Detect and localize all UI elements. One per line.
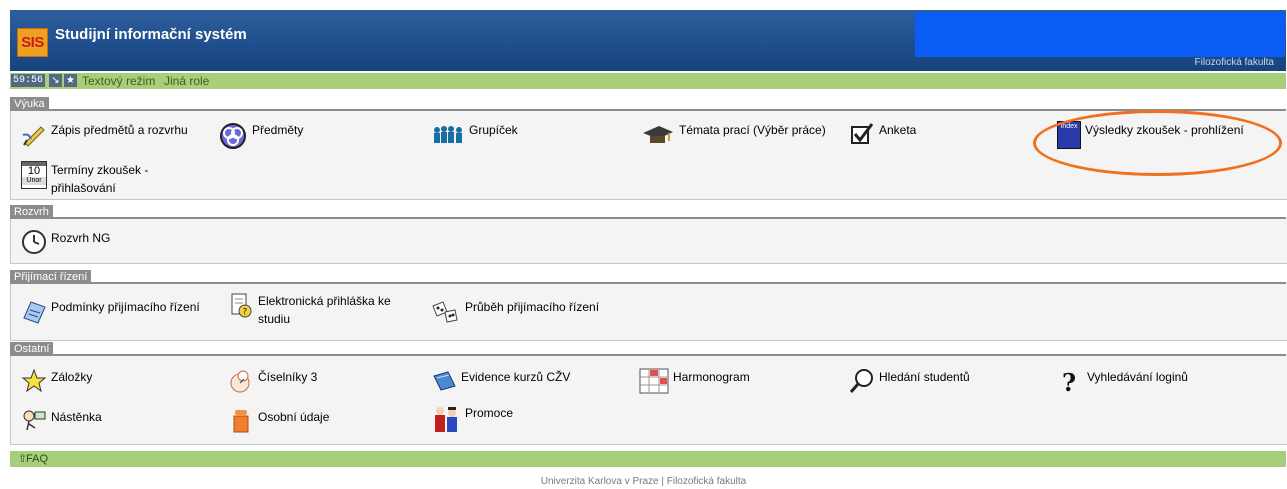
file-cabinet-icon bbox=[233, 410, 249, 433]
dice-icon bbox=[432, 301, 458, 323]
menu-item-vyhledavani-loginu[interactable]: ? Vyhledávání loginů bbox=[1057, 368, 1188, 394]
menu-item-nastenka[interactable]: Nástěnka bbox=[21, 408, 102, 434]
dial-icon bbox=[230, 370, 250, 393]
faq-link[interactable]: ⇧ FAQ bbox=[18, 452, 48, 465]
other-role-link[interactable]: Jiná role bbox=[164, 74, 209, 88]
star-bookmark-icon bbox=[21, 368, 47, 393]
section-header-vyuka: Výuka bbox=[10, 97, 1286, 111]
books-icon bbox=[433, 371, 456, 391]
clock-icon bbox=[22, 230, 46, 254]
people-group-icon bbox=[434, 126, 462, 143]
menu-item-hledani-studentu[interactable]: Hledání studentů bbox=[849, 368, 970, 394]
knot-icon bbox=[220, 123, 246, 149]
graduation-cap-icon bbox=[643, 126, 673, 143]
redacted-user-info bbox=[915, 12, 1285, 57]
section-body-ostatni: Záložky Číselníky 3 Evidence kurzů CŽV H… bbox=[10, 356, 1287, 445]
section-header-ostatni: Ostatní bbox=[10, 342, 1286, 356]
index-book-icon: Index bbox=[1057, 121, 1081, 149]
menu-item-anketa[interactable]: Anketa bbox=[849, 121, 916, 147]
svg-text:?: ? bbox=[243, 308, 248, 318]
menu-item-rozvrh-ng[interactable]: Rozvrh NG bbox=[21, 229, 110, 255]
svg-text:?: ? bbox=[1062, 368, 1076, 394]
sis-logo[interactable]: SIS bbox=[17, 28, 48, 57]
menu-item-prubeh[interactable]: Průběh přijímacího řízení bbox=[431, 298, 599, 324]
text-mode-link[interactable]: Textový režim bbox=[82, 74, 155, 88]
clipboard-icon bbox=[23, 301, 46, 324]
section-body-prijimaci: Podmínky přijímacího řízení ? Elektronic… bbox=[10, 284, 1287, 341]
menu-item-grupicek[interactable]: Grupíček bbox=[431, 121, 518, 147]
section-header-prijimaci: Přijímací řízení bbox=[10, 270, 1286, 284]
faq-bar[interactable]: ⇧ FAQ bbox=[10, 451, 1286, 467]
app-title: Studijní informační systém bbox=[55, 26, 247, 43]
menu-item-zapis[interactable]: Zápis předmětů a rozvrhu bbox=[21, 121, 188, 147]
section-header-rozvrh: Rozvrh bbox=[10, 205, 1286, 219]
menu-item-promoce[interactable]: Promoce bbox=[431, 404, 513, 434]
magnifier-icon bbox=[849, 369, 873, 393]
menu-item-predmety[interactable]: Předměty bbox=[218, 121, 303, 151]
app-header: SIS Studijní informační systém Filozofic… bbox=[10, 10, 1286, 71]
menu-item-temata-praci[interactable]: Témata prací (Výběr práce) bbox=[641, 121, 826, 147]
section-body-vyuka: Zápis předmětů a rozvrhu Předměty Grupíč… bbox=[10, 111, 1287, 200]
star-icon[interactable]: ★ bbox=[64, 74, 77, 87]
menu-item-evidence-kurzu[interactable]: Evidence kurzů CŽV bbox=[431, 368, 570, 394]
graduation-ceremony-icon bbox=[435, 407, 457, 432]
header-faculty: Filozofická fakulta bbox=[1194, 57, 1274, 68]
menu-item-ciselniky[interactable]: Číselníky 3 bbox=[228, 368, 317, 394]
menu-item-zalozky[interactable]: Záložky bbox=[21, 368, 92, 394]
cartoon-board-icon bbox=[23, 410, 46, 431]
menu-item-podminky[interactable]: Podmínky přijímacího řízení bbox=[21, 298, 200, 324]
menu-item-osobni-udaje[interactable]: Osobní údaje bbox=[228, 408, 329, 434]
pencil-icon bbox=[22, 126, 45, 147]
footer-text: Univerzita Karlova v Praze | Filozofická… bbox=[540, 476, 747, 487]
document-question-icon: ? bbox=[231, 293, 252, 318]
question-mark-icon: ? bbox=[1062, 368, 1076, 394]
menu-item-terminy-zkousek[interactable]: 10 Únor Termíny zkoušek - přihlašování bbox=[21, 161, 171, 197]
session-timer: 59:56 bbox=[11, 74, 46, 87]
menu-item-elektronicka-prihlaska[interactable]: ? Elektronická přihláška ke studiu bbox=[228, 292, 408, 328]
toolbar: 59:56 ↘ ★ Textový režim Jiná role bbox=[10, 72, 1286, 89]
menu-item-vysledky-zkousek[interactable]: Index Výsledky zkoušek - prohlížení bbox=[1057, 121, 1244, 149]
section-body-rozvrh: Rozvrh NG bbox=[10, 219, 1287, 264]
calendar-icon: 10 Únor bbox=[21, 161, 47, 189]
menu-item-harmonogram[interactable]: Harmonogram bbox=[639, 368, 750, 394]
checkbox-icon bbox=[851, 123, 874, 144]
schedule-grid-icon bbox=[639, 368, 669, 394]
arrow-icon[interactable]: ↘ bbox=[49, 74, 62, 87]
